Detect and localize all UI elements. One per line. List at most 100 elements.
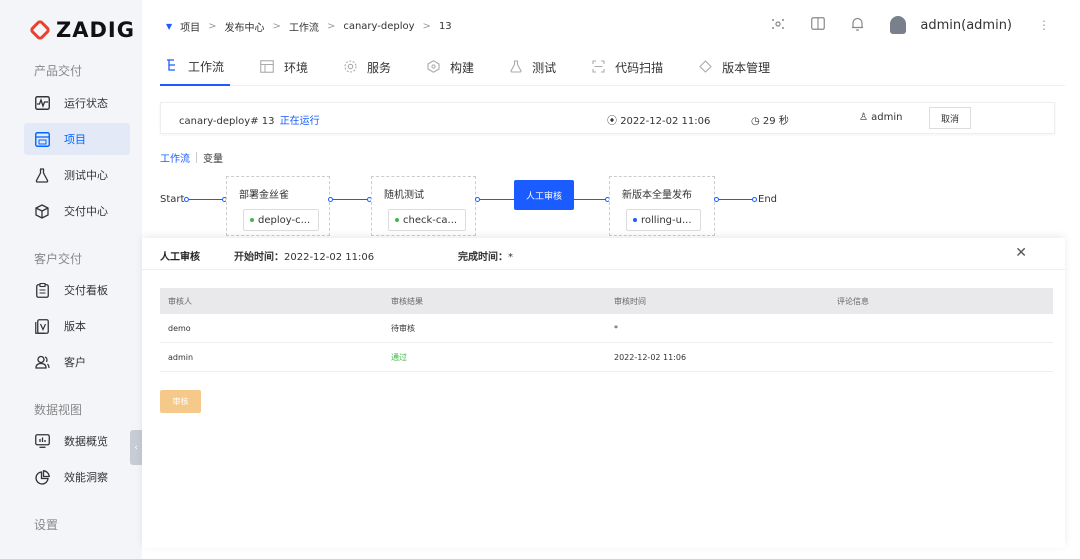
version-icon (34, 318, 50, 334)
sidebar-item-label: 数据概览 (64, 435, 108, 448)
top-bar: ▼ 项目 > 发布中心 > 工作流 > canary-deploy > 13 a… (142, 0, 1080, 50)
job-name: check-ca... (403, 214, 458, 226)
sidebar-item-run-status[interactable]: 运行状态 (24, 87, 130, 119)
status-dot (395, 218, 399, 222)
tab-test[interactable]: 测试 (504, 50, 562, 86)
username[interactable]: admin(admin) (920, 18, 1012, 33)
service-icon (344, 59, 357, 76)
tab-label: 版本管理 (722, 61, 771, 75)
sidebar-item-efficiency-insight[interactable]: 效能洞察 (24, 461, 130, 493)
job-chip[interactable]: rolling-u... (626, 209, 701, 231)
sidebar-group-label: 产品交付 (34, 64, 83, 78)
plugin-icon[interactable] (771, 17, 785, 34)
stage-manual-approval[interactable]: 人工审核 (514, 180, 574, 210)
tab-version-management[interactable]: 版本管理 (693, 50, 776, 86)
subtab-workflow[interactable]: 工作流 (160, 150, 190, 165)
sidebar: ZADIG 产品交付 运行状态 项目 测试中心 交付中心 客户交付 交付看板 版… (0, 0, 142, 559)
column-header: 审核时间 (614, 296, 646, 306)
module-tabs: 工作流 环境 服务 构建 测试 代码扫描 版本管理 (160, 50, 1065, 86)
clipboard-icon (34, 282, 50, 298)
more-vertical-icon[interactable]: ⋮ (1038, 18, 1050, 32)
time-cell: 2022-12-02 11:06 (614, 352, 687, 362)
column-header: 审核人 (168, 296, 192, 306)
finish-time-wrap: 完成时间：* (458, 248, 513, 263)
breadcrumb-item[interactable]: 项目 (180, 19, 200, 34)
subtab-variables[interactable]: 变量 (203, 150, 223, 165)
workflow-icon (166, 58, 178, 75)
run-creator: admin (871, 112, 903, 123)
subtab-divider (196, 152, 197, 163)
sidebar-collapse-button[interactable]: ‹ (130, 430, 142, 465)
sidebar-item-project[interactable]: 项目 (24, 123, 130, 155)
close-icon[interactable]: ✕ (1015, 245, 1027, 261)
stage-deploy-canary[interactable]: 部署金丝雀 deploy-c... (226, 176, 330, 236)
breadcrumb-item[interactable]: canary-deploy (343, 21, 414, 32)
sidebar-item-customer[interactable]: 客户 (24, 346, 130, 378)
logo[interactable]: ZADIG (28, 18, 135, 42)
bar-chart-icon (34, 433, 50, 449)
chevron-left-icon: ‹ (134, 442, 138, 453)
column-header: 审核结果 (391, 296, 423, 306)
start-time-wrap: 开始时间：2022-12-02 11:06 (234, 248, 374, 263)
breadcrumb-separator: > (208, 21, 217, 32)
tab-label: 服务 (367, 61, 392, 75)
sidebar-item-label: 版本 (64, 320, 86, 333)
pipeline-graph: Start 部署金丝雀 deploy-c... 随机测试 check-ca...… (160, 176, 880, 246)
sidebar-item-version[interactable]: 版本 (24, 310, 130, 342)
bell-icon[interactable] (851, 17, 864, 34)
flask-icon (34, 167, 50, 183)
breadcrumb-separator: > (326, 21, 336, 32)
avatar[interactable] (890, 16, 907, 34)
result-cell: 通过 (391, 352, 407, 362)
sidebar-item-delivery-board[interactable]: 交付看板 (24, 274, 130, 306)
sidebar-item-test-center[interactable]: 测试中心 (24, 159, 130, 191)
sidebar-group-label: 数据视图 (34, 403, 83, 417)
job-name: rolling-u... (641, 214, 692, 226)
connector-line (719, 199, 753, 200)
logo-text: ZADIG (56, 18, 135, 42)
pulse-icon (34, 95, 50, 111)
stage-full-release[interactable]: 新版本全量发布 rolling-u... (609, 176, 715, 236)
sidebar-item-label: 交付看板 (64, 284, 108, 297)
book-icon[interactable] (811, 17, 826, 33)
breadcrumb-item[interactable]: 发布中心 (225, 19, 265, 34)
approve-button[interactable]: 审核 (160, 390, 201, 413)
table-row: admin 通过 2022-12-02 11:06 (160, 343, 1053, 372)
tab-workflow[interactable]: 工作流 (160, 50, 231, 86)
sidebar-group-label: 客户交付 (34, 252, 83, 266)
build-icon (427, 59, 440, 76)
connector-line (574, 199, 608, 200)
result-cell: 待审核 (391, 323, 415, 333)
sidebar-item-data-overview[interactable]: 数据概览 (24, 425, 130, 457)
tab-label: 环境 (284, 61, 309, 75)
tab-service[interactable]: 服务 (338, 50, 397, 86)
sidebar-item-delivery-center[interactable]: 交付中心 (24, 195, 130, 227)
job-chip[interactable]: check-ca... (388, 209, 467, 231)
pipeline-start: Start (160, 194, 185, 205)
project-icon (34, 131, 50, 147)
start-time-value: 2022-12-02 11:06 (284, 252, 375, 263)
caret-down-icon[interactable]: ▼ (166, 22, 172, 31)
tab-environment[interactable]: 环境 (254, 50, 314, 86)
stage-random-test[interactable]: 随机测试 check-ca... (371, 176, 476, 236)
diamond-icon (699, 59, 712, 76)
tab-build[interactable]: 构建 (421, 50, 480, 86)
detail-subtabs: 工作流 变量 (160, 150, 223, 165)
sidebar-item-label: 效能洞察 (64, 471, 108, 484)
breadcrumb-item: 13 (438, 21, 452, 32)
sidebar-item-label: 项目 (64, 133, 86, 146)
breadcrumb-separator: > (422, 21, 431, 32)
approval-detail-panel: 人工审核 开始时间：2022-12-02 11:06 完成时间：* ✕ 审核人 … (142, 238, 1065, 548)
panel-header: 人工审核 开始时间：2022-12-02 11:06 完成时间：* ✕ (142, 238, 1065, 270)
job-chip[interactable]: deploy-c... (243, 209, 320, 231)
breadcrumb-item[interactable]: 工作流 (289, 19, 319, 34)
package-icon (34, 203, 50, 219)
cancel-button[interactable]: 取消 (929, 107, 971, 129)
tab-code-scan[interactable]: 代码扫描 (586, 50, 669, 86)
tab-label: 测试 (532, 61, 557, 75)
run-info-card: canary-deploy# 13 正在运行 ⦿ 2022-12-02 11:0… (160, 102, 1055, 134)
sidebar-item-label: 交付中心 (64, 205, 108, 218)
approval-table: 审核人 审核结果 审核时间 评论信息 demo 待审核 * admin 通过 2… (160, 288, 1053, 372)
play-circle-icon: ⦿ (607, 116, 617, 127)
sidebar-item-label: 客户 (64, 356, 86, 369)
